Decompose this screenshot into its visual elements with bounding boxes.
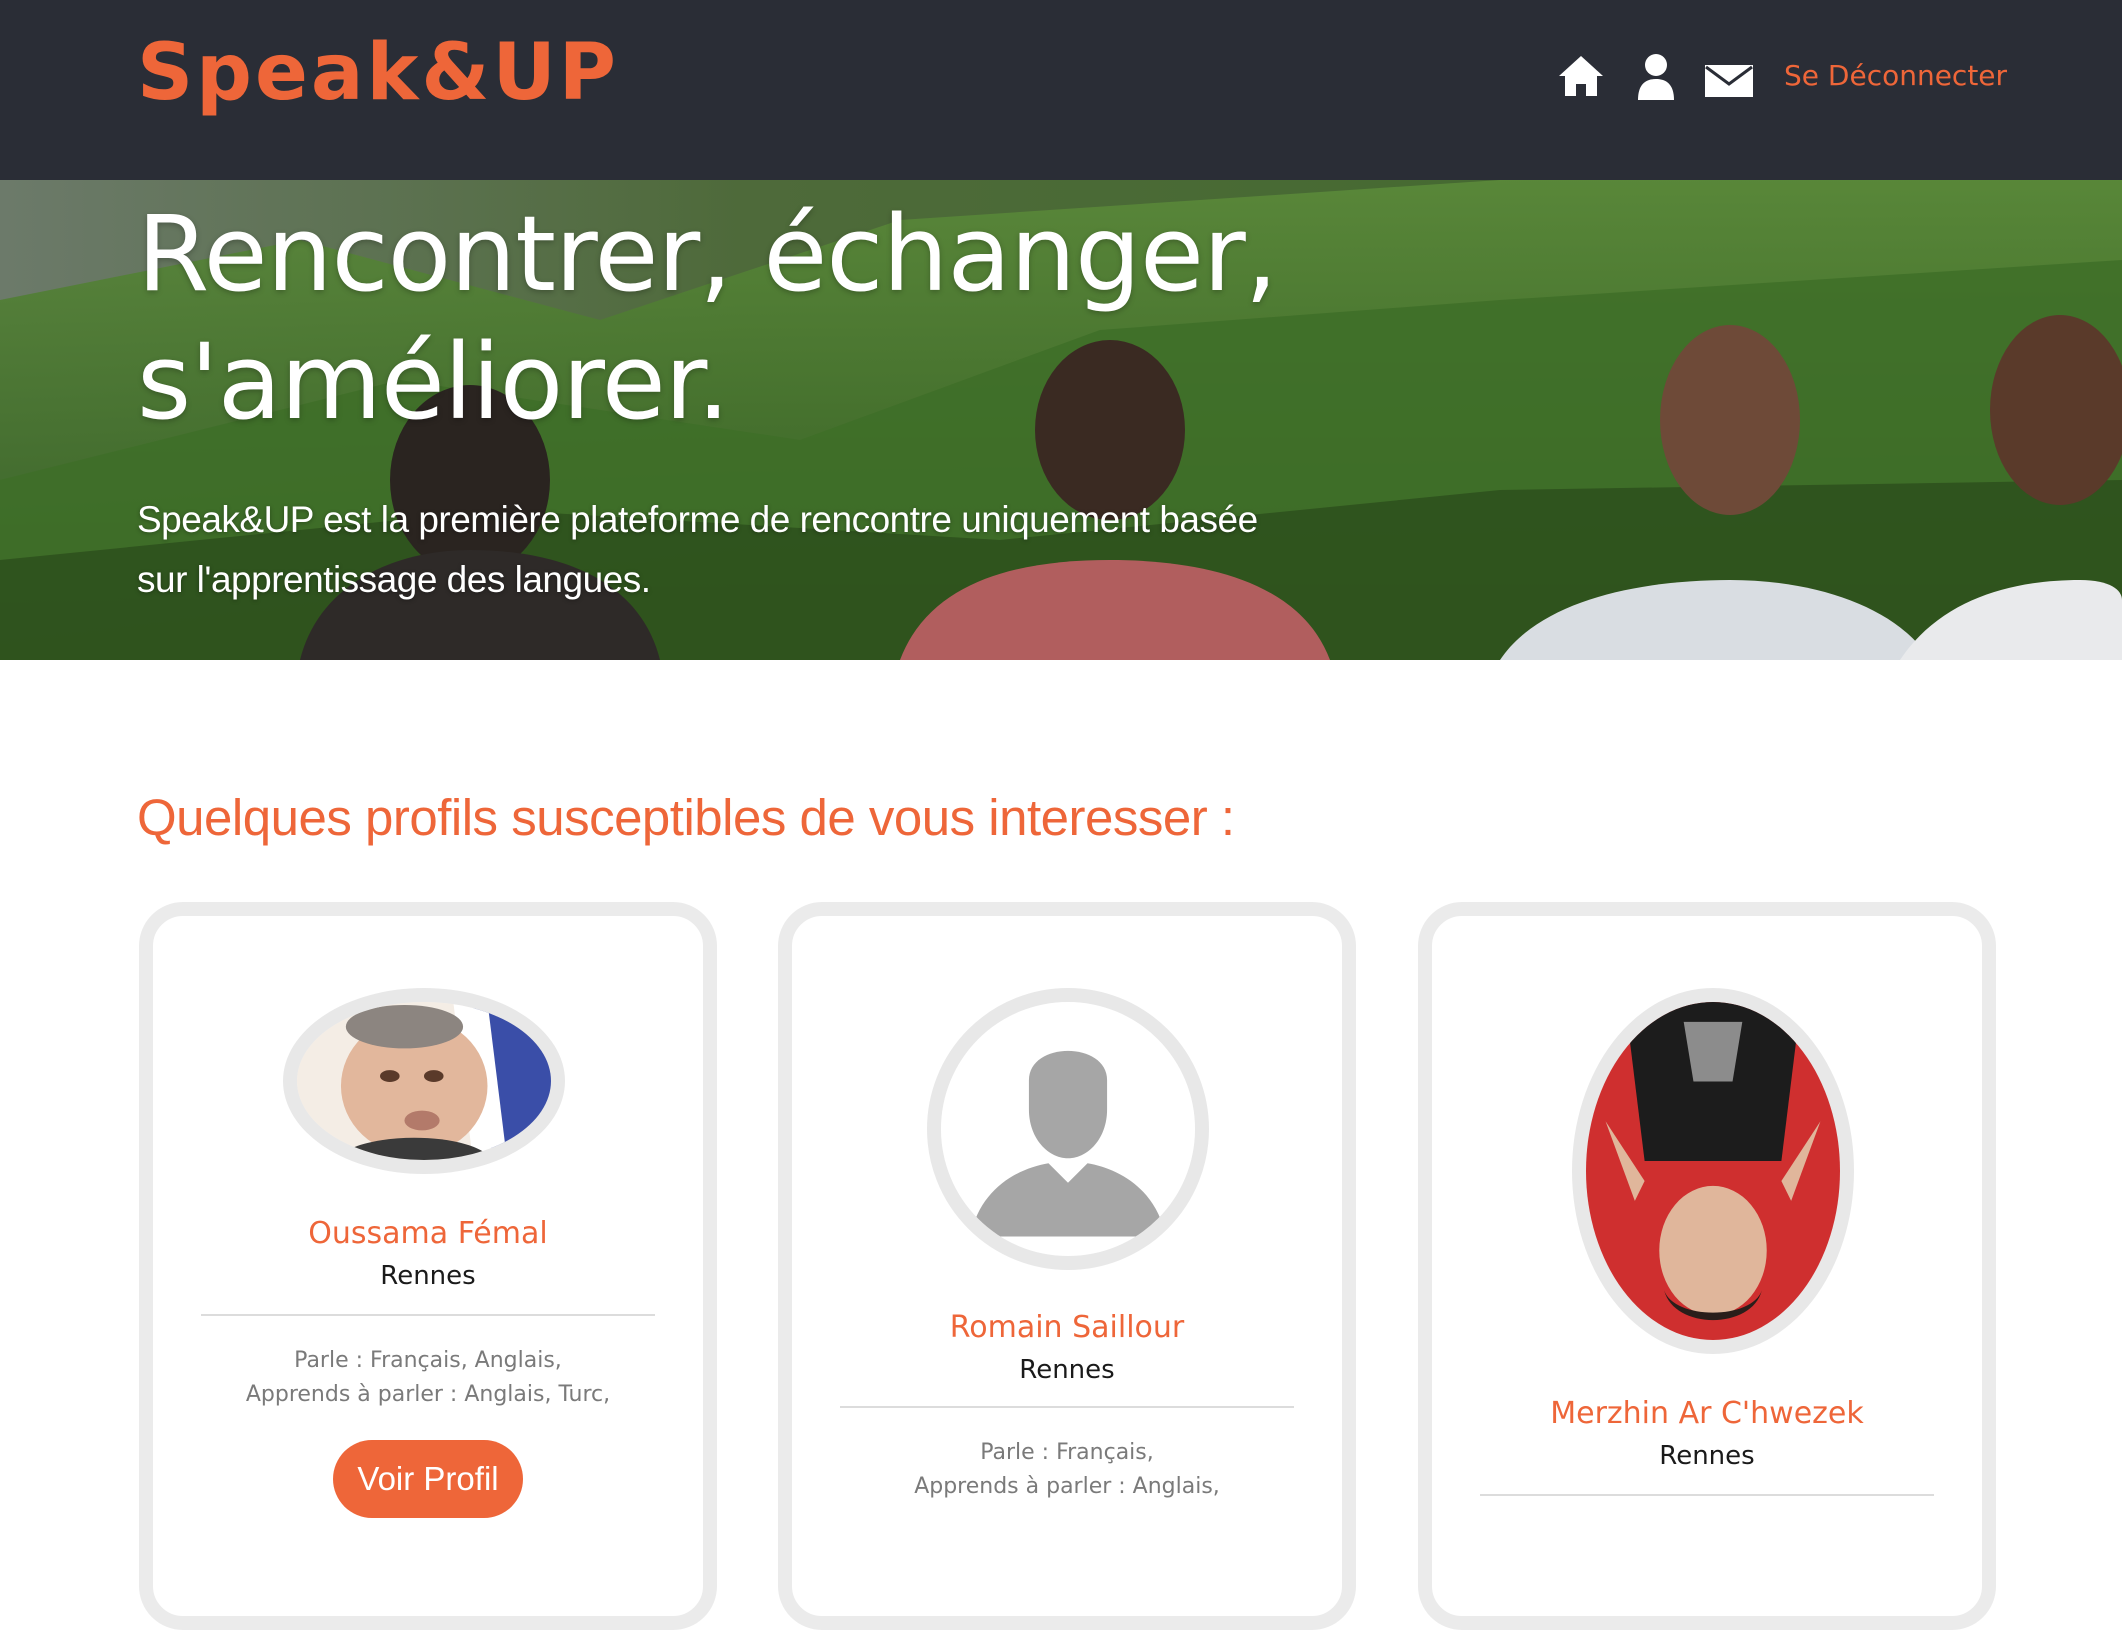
brand-logo[interactable]: Speak&UP [137, 28, 619, 118]
profile-name[interactable]: Merzhin Ar C'hwezek [1432, 1394, 1982, 1434]
profile-avatar[interactable] [1572, 988, 1854, 1354]
profile-card: Romain Saillour Rennes Parle : Français,… [778, 902, 1356, 1630]
profile-city: Rennes [1659, 1441, 1755, 1471]
profile-city: Rennes [380, 1261, 476, 1291]
hero-title: Rencontrer, échanger, s'améliorer. [137, 190, 1437, 446]
hero-subtitle-line-1: Speak&UP est la première plateforme de r… [137, 499, 1258, 540]
profile-divider [1480, 1494, 1934, 1496]
default-avatar-icon [941, 1002, 1195, 1256]
profile-learns: Apprends à parler : Anglais, Turc, [245, 1382, 611, 1407]
profile-card: Oussama Fémal Rennes Parle : Français, A… [139, 902, 717, 1630]
profile-languages: Parle : Français, Apprends à parler : An… [792, 1436, 1342, 1504]
section-title: Quelques profils susceptibles de vous in… [137, 789, 1235, 846]
top-navbar: Speak&UP Se Déconnecter [0, 0, 2122, 180]
profile-photo [297, 1002, 551, 1160]
profile-languages: Parle : Français, Anglais, Apprends à pa… [153, 1344, 703, 1412]
profile-divider [840, 1406, 1294, 1408]
profile-name[interactable]: Oussama Fémal [153, 1214, 703, 1254]
profile-name[interactable]: Romain Saillour [792, 1308, 1342, 1348]
profile-avatar[interactable] [927, 988, 1209, 1270]
user-icon[interactable] [1636, 52, 1676, 102]
hero-banner: Rencontrer, échanger, s'améliorer. Speak… [0, 180, 2122, 660]
profile-speaks: Parle : Français, [980, 1440, 1154, 1465]
profile-learns: Apprends à parler : Anglais, [914, 1474, 1220, 1499]
view-profile-button[interactable]: Voir Profil [333, 1440, 523, 1518]
profile-avatar[interactable] [283, 988, 565, 1174]
hero-title-line-1: Rencontrer, échanger, [137, 193, 1278, 315]
profile-speaks: Parle : Français, Anglais, [294, 1348, 562, 1373]
home-icon[interactable] [1556, 52, 1606, 102]
profile-photo [1586, 1002, 1840, 1340]
hero-subtitle-line-2: sur l'apprentissage des langues. [137, 559, 651, 600]
profile-divider [201, 1314, 655, 1316]
mail-icon[interactable] [1704, 64, 1754, 98]
hero-title-line-2: s'améliorer. [137, 321, 730, 443]
profile-city: Rennes [1019, 1355, 1115, 1385]
logout-link[interactable]: Se Déconnecter [1784, 56, 2007, 96]
profile-card: Merzhin Ar C'hwezek Rennes [1418, 902, 1996, 1630]
hero-subtitle: Speak&UP est la première plateforme de r… [137, 490, 1297, 610]
